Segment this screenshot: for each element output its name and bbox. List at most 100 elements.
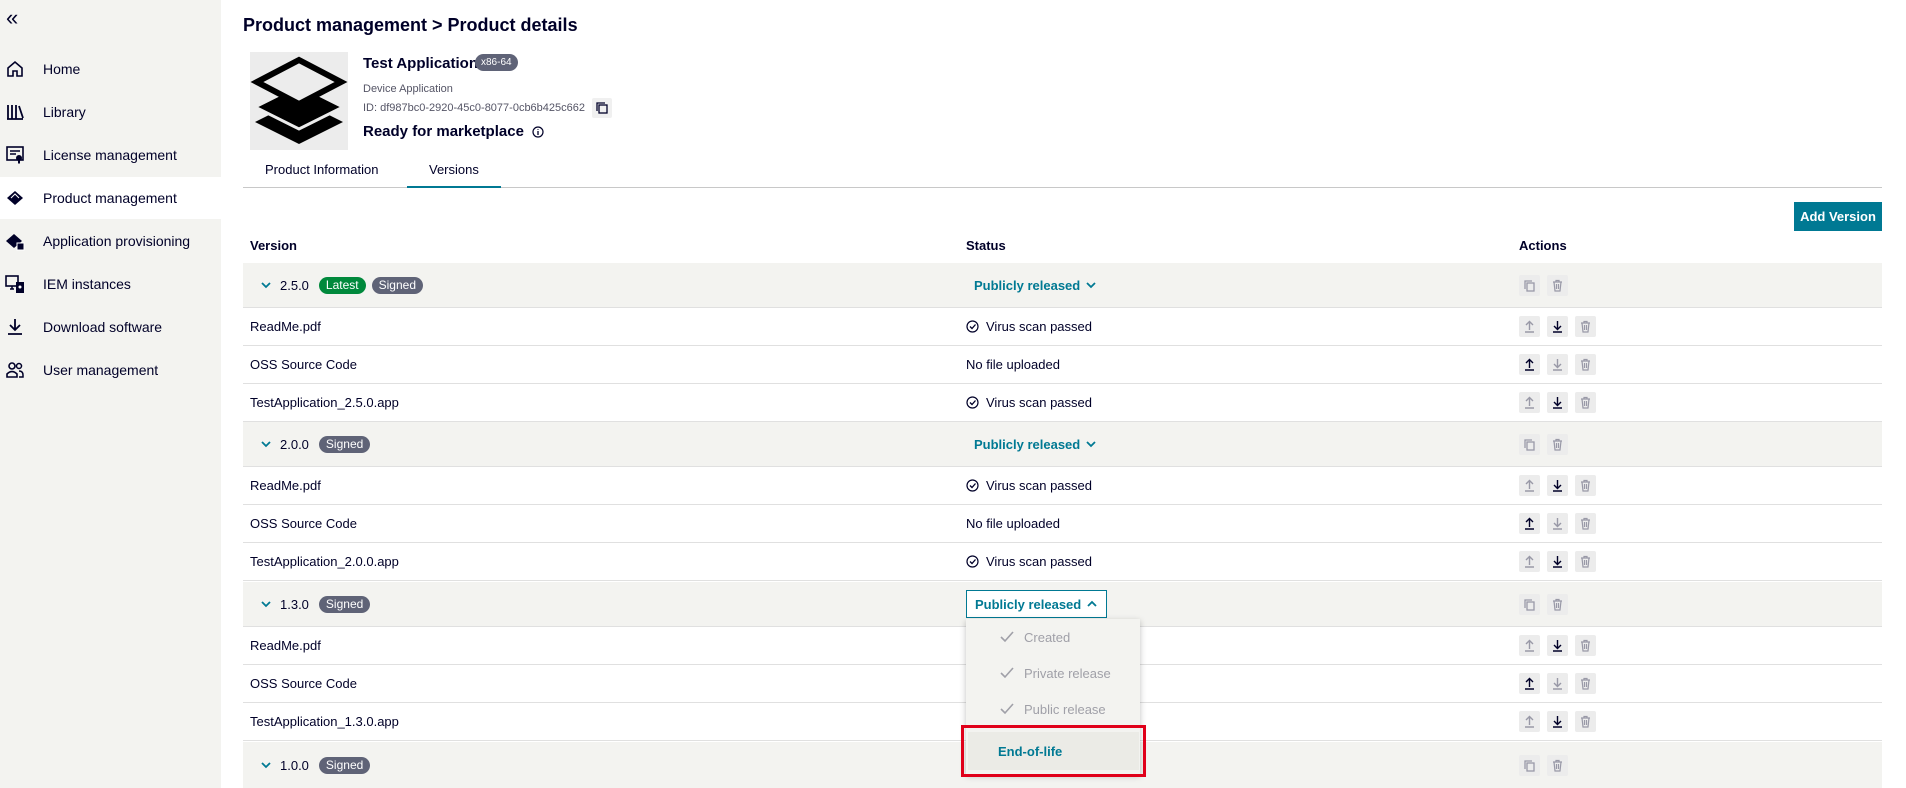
upload-icon: [1525, 555, 1534, 568]
license-icon: [6, 146, 24, 164]
collapse-sidebar-icon[interactable]: «: [6, 7, 24, 29]
delete-file-button[interactable]: [1575, 673, 1596, 694]
signed-badge: Signed: [318, 435, 371, 453]
status-dropdown[interactable]: Publicly released: [966, 430, 1105, 458]
trash-icon: [1581, 479, 1590, 492]
info-icon[interactable]: [532, 126, 544, 138]
upload-button[interactable]: [1519, 354, 1540, 375]
delete-file-button[interactable]: [1575, 513, 1596, 534]
upload-icon: [1525, 479, 1534, 492]
file-name: OSS Source Code: [250, 516, 357, 531]
file-name: TestApplication_2.0.0.app: [250, 554, 399, 569]
status-option-public-release[interactable]: Public release: [966, 691, 1140, 727]
delete-file-button[interactable]: [1575, 354, 1596, 375]
file-row: TestApplication_2.5.0.app Virus scan pas…: [243, 384, 1882, 422]
delete-version-button[interactable]: [1547, 433, 1568, 455]
download-button[interactable]: [1547, 513, 1568, 534]
column-header-actions: Actions: [1519, 238, 1567, 253]
download-icon: [1553, 480, 1562, 492]
copy-version-button[interactable]: [1519, 754, 1540, 776]
upload-button[interactable]: [1519, 475, 1540, 496]
chevron-down-icon: [1086, 441, 1096, 448]
chevron-down-icon[interactable]: [260, 598, 272, 610]
status-option-created[interactable]: Created: [966, 619, 1140, 655]
chevron-up-icon: [1087, 600, 1097, 607]
upload-icon: [1525, 677, 1534, 690]
delete-file-button[interactable]: [1575, 392, 1596, 413]
status-dropdown-label: Publicly released: [974, 277, 1081, 293]
signed-badge: Signed: [318, 756, 371, 774]
copy-version-button[interactable]: [1519, 593, 1540, 615]
copy-icon: [1524, 598, 1535, 611]
sidebar-item-license-management[interactable]: License management: [0, 134, 221, 176]
download-button[interactable]: [1547, 635, 1568, 656]
download-button[interactable]: [1547, 673, 1568, 694]
download-icon: [1553, 518, 1562, 530]
upload-button[interactable]: [1519, 551, 1540, 572]
download-button[interactable]: [1547, 711, 1568, 732]
sidebar-item-home[interactable]: Home: [0, 48, 221, 90]
download-icon: [1553, 678, 1562, 690]
arch-badge: x86-64: [475, 54, 518, 71]
product-name: Test Application: [363, 55, 479, 72]
file-name: ReadMe.pdf: [250, 319, 321, 334]
status-dropdown-label: Publicly released: [974, 436, 1081, 452]
product-logo: [250, 52, 348, 150]
delete-version-button[interactable]: [1547, 754, 1568, 776]
copy-version-button[interactable]: [1519, 274, 1540, 296]
tab-product-information[interactable]: Product Information: [243, 155, 400, 188]
delete-version-button[interactable]: [1547, 593, 1568, 615]
delete-file-button[interactable]: [1575, 316, 1596, 337]
sidebar-item-library[interactable]: Library: [0, 91, 221, 133]
status-dropdown[interactable]: Publicly released: [966, 271, 1105, 299]
status-option-end-of-life[interactable]: End-of-life: [968, 732, 1139, 770]
upload-button[interactable]: [1519, 711, 1540, 732]
copy-version-button[interactable]: [1519, 433, 1540, 455]
signed-badge: Signed: [371, 276, 423, 294]
upload-button[interactable]: [1519, 635, 1540, 656]
file-status-label: Virus scan passed: [986, 478, 1092, 493]
sidebar-item-label: Product management: [43, 190, 177, 206]
download-button[interactable]: [1547, 551, 1568, 572]
latest-badge: Latest: [318, 276, 366, 294]
download-button[interactable]: [1547, 392, 1568, 413]
file-row: TestApplication_2.0.0.app Virus scan pas…: [243, 543, 1882, 581]
copy-icon: [1524, 438, 1535, 451]
chevron-down-icon[interactable]: [260, 438, 272, 450]
copy-id-button[interactable]: [592, 98, 612, 118]
sidebar-item-iem-instances[interactable]: IEM instances: [0, 263, 221, 305]
file-status: Virus scan passed: [966, 467, 1092, 504]
chevron-down-icon: [1086, 282, 1096, 289]
status-option-label: Private release: [1024, 665, 1111, 681]
delete-file-button[interactable]: [1575, 475, 1596, 496]
tab-versions[interactable]: Versions: [407, 155, 501, 188]
upload-button[interactable]: [1519, 392, 1540, 413]
file-status-label: Virus scan passed: [986, 395, 1092, 410]
breadcrumb: Product management > Product details: [243, 15, 578, 35]
status-dropdown[interactable]: Publicly released: [966, 590, 1108, 618]
file-status: No file uploaded: [966, 516, 1060, 531]
delete-file-button[interactable]: [1575, 551, 1596, 572]
download-icon: [1553, 556, 1562, 568]
upload-button[interactable]: [1519, 513, 1540, 534]
sidebar-item-product-management[interactable]: Product management: [0, 177, 221, 219]
add-version-button[interactable]: Add Version: [1794, 202, 1882, 231]
trash-icon: [1553, 438, 1562, 451]
file-status: Virus scan passed: [966, 308, 1092, 345]
file-name: TestApplication_2.5.0.app: [250, 395, 399, 410]
upload-button[interactable]: [1519, 673, 1540, 694]
download-button[interactable]: [1547, 316, 1568, 337]
download-button[interactable]: [1547, 354, 1568, 375]
chevron-down-icon[interactable]: [260, 759, 272, 771]
trash-icon: [1553, 759, 1562, 772]
sidebar-item-user-management[interactable]: User management: [0, 349, 221, 391]
delete-version-button[interactable]: [1547, 274, 1568, 296]
download-button[interactable]: [1547, 475, 1568, 496]
status-option-private-release[interactable]: Private release: [966, 655, 1140, 691]
sidebar-item-download-software[interactable]: Download software: [0, 306, 221, 348]
delete-file-button[interactable]: [1575, 635, 1596, 656]
delete-file-button[interactable]: [1575, 711, 1596, 732]
sidebar-item-application-provisioning[interactable]: Application provisioning: [0, 220, 221, 262]
upload-button[interactable]: [1519, 316, 1540, 337]
chevron-down-icon[interactable]: [260, 279, 272, 291]
